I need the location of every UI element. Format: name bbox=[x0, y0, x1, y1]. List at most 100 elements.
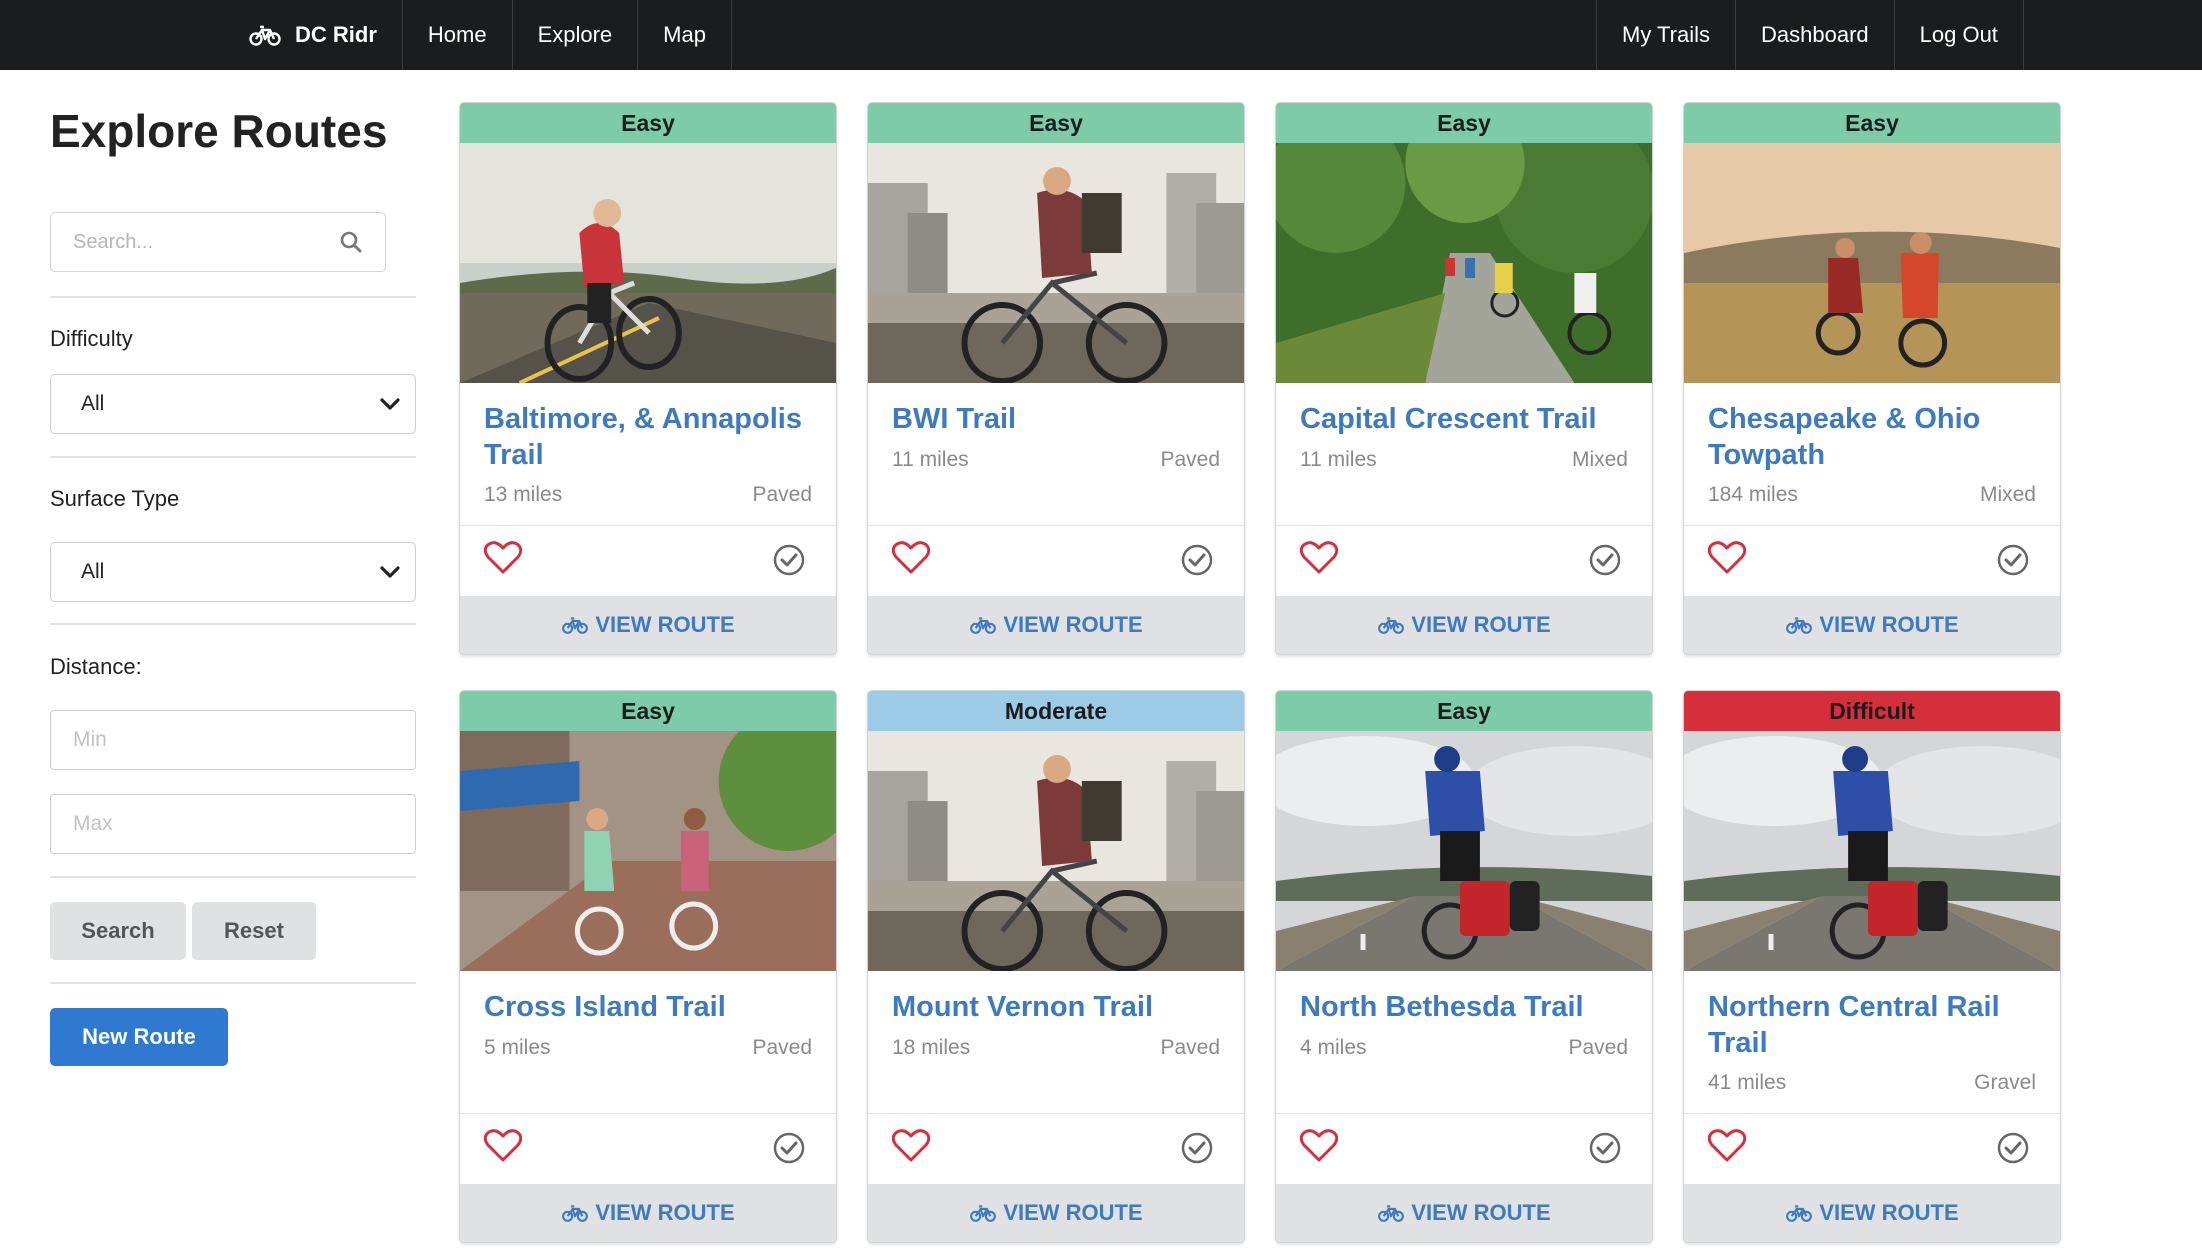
bicycle-icon bbox=[1377, 616, 1405, 634]
route-card: Easy BWI Trail 11 miles Paved VIEW ROUTE bbox=[867, 102, 1245, 655]
heart-icon[interactable] bbox=[1299, 541, 1339, 575]
view-route-button[interactable]: VIEW ROUTE bbox=[1684, 1184, 2060, 1242]
bicycle-icon bbox=[969, 1204, 997, 1222]
route-image[interactable] bbox=[460, 143, 836, 383]
route-photo bbox=[1684, 143, 2060, 383]
nav-explore[interactable]: Explore bbox=[513, 0, 639, 70]
route-name-link[interactable]: BWI Trail bbox=[892, 401, 1222, 437]
check-circle-icon[interactable] bbox=[1180, 1131, 1214, 1165]
route-photo bbox=[460, 731, 836, 971]
check-circle-icon[interactable] bbox=[1996, 543, 2030, 577]
check-circle-icon[interactable] bbox=[1588, 543, 1622, 577]
heart-icon[interactable] bbox=[483, 1129, 523, 1163]
route-name-link[interactable]: Northern Central Rail Trail bbox=[1708, 989, 2038, 1061]
max-distance-field[interactable] bbox=[50, 794, 416, 854]
bicycle-icon bbox=[1785, 616, 1813, 634]
heart-icon[interactable] bbox=[483, 541, 523, 575]
divider bbox=[50, 456, 416, 458]
nav-map[interactable]: Map bbox=[638, 0, 732, 70]
distance-label: Distance: bbox=[50, 654, 142, 679]
route-card: Easy Chesapeake & Ohio Towpath 184 miles… bbox=[1683, 102, 2061, 655]
route-photo bbox=[1276, 143, 1652, 383]
bicycle-icon bbox=[561, 616, 589, 634]
route-image[interactable] bbox=[1684, 731, 2060, 971]
nav-log-out[interactable]: Log Out bbox=[1893, 0, 2024, 70]
route-image[interactable] bbox=[868, 143, 1244, 383]
route-name-link[interactable]: Baltimore, & Annapolis Trail bbox=[484, 401, 814, 473]
chevron-down-icon bbox=[380, 398, 400, 410]
route-card: Easy Capital Crescent Trail 11 miles Mix… bbox=[1275, 102, 1653, 655]
route-card: Difficult Northern Central Rail Trail 41… bbox=[1683, 690, 2061, 1243]
search-icon[interactable] bbox=[339, 230, 363, 254]
nav-right: My Trails Dashboard Log Out bbox=[1596, 0, 2024, 70]
route-name-link[interactable]: Capital Crescent Trail bbox=[1300, 401, 1630, 437]
divider bbox=[1684, 525, 2060, 526]
route-surface: Gravel bbox=[1974, 1071, 2036, 1094]
route-image[interactable] bbox=[460, 731, 836, 971]
route-name-link[interactable]: Mount Vernon Trail bbox=[892, 989, 1222, 1025]
route-surface: Paved bbox=[1160, 1036, 1220, 1059]
route-image[interactable] bbox=[1276, 143, 1652, 383]
route-name-link[interactable]: Cross Island Trail bbox=[484, 989, 814, 1025]
check-circle-icon[interactable] bbox=[1588, 1131, 1622, 1165]
route-photo bbox=[868, 731, 1244, 971]
route-photo bbox=[460, 143, 836, 383]
route-image[interactable] bbox=[868, 731, 1244, 971]
min-distance-field[interactable] bbox=[50, 710, 416, 770]
check-circle-icon[interactable] bbox=[1996, 1131, 2030, 1165]
route-distance: 41 miles bbox=[1708, 1071, 1787, 1094]
view-route-button[interactable]: VIEW ROUTE bbox=[868, 1184, 1244, 1242]
brand-link[interactable]: DC Ridr bbox=[235, 0, 403, 70]
view-route-label: VIEW ROUTE bbox=[595, 1200, 735, 1225]
brand-name: DC Ridr bbox=[295, 22, 377, 47]
search-box[interactable] bbox=[50, 212, 386, 272]
nav-my-trails[interactable]: My Trails bbox=[1596, 0, 1735, 70]
heart-icon[interactable] bbox=[1299, 1129, 1339, 1163]
route-surface: Paved bbox=[1568, 1036, 1628, 1059]
route-photo bbox=[1684, 731, 2060, 971]
route-card: Moderate Mount Vernon Trail 18 miles Pav… bbox=[867, 690, 1245, 1243]
bicycle-icon bbox=[969, 616, 997, 634]
heart-icon[interactable] bbox=[1707, 541, 1747, 575]
reset-button[interactable]: Reset bbox=[192, 902, 316, 960]
view-route-button[interactable]: VIEW ROUTE bbox=[1684, 596, 2060, 654]
divider bbox=[1276, 525, 1652, 526]
new-route-button[interactable]: New Route bbox=[50, 1008, 228, 1066]
view-route-label: VIEW ROUTE bbox=[1819, 612, 1959, 637]
check-circle-icon[interactable] bbox=[772, 543, 806, 577]
bicycle-icon bbox=[249, 25, 281, 46]
heart-icon[interactable] bbox=[891, 541, 931, 575]
route-surface: Paved bbox=[1160, 448, 1220, 471]
view-route-button[interactable]: VIEW ROUTE bbox=[1276, 596, 1652, 654]
route-name-link[interactable]: Chesapeake & Ohio Towpath bbox=[1708, 401, 2038, 473]
route-name-link[interactable]: North Bethesda Trail bbox=[1300, 989, 1630, 1025]
heart-icon[interactable] bbox=[891, 1129, 931, 1163]
nav-dashboard[interactable]: Dashboard bbox=[1735, 0, 1894, 70]
route-image[interactable] bbox=[1684, 143, 2060, 383]
view-route-label: VIEW ROUTE bbox=[1411, 612, 1551, 637]
max-distance-input[interactable] bbox=[73, 812, 393, 836]
route-distance: 13 miles bbox=[484, 483, 563, 506]
difficulty-select[interactable]: All bbox=[50, 374, 416, 434]
route-card: Easy Cross Island Trail 5 miles Paved VI… bbox=[459, 690, 837, 1243]
search-button[interactable]: Search bbox=[50, 902, 186, 960]
view-route-button[interactable]: VIEW ROUTE bbox=[868, 596, 1244, 654]
route-image[interactable] bbox=[1276, 731, 1652, 971]
view-route-button[interactable]: VIEW ROUTE bbox=[460, 1184, 836, 1242]
nav-home[interactable]: Home bbox=[403, 0, 513, 70]
nav-left: DC Ridr Home Explore Map bbox=[235, 0, 732, 70]
search-input[interactable] bbox=[73, 230, 339, 254]
divider bbox=[460, 1113, 836, 1114]
surface-type-select[interactable]: All bbox=[50, 542, 416, 602]
heart-icon[interactable] bbox=[1707, 1129, 1747, 1163]
route-surface: Mixed bbox=[1979, 483, 2036, 506]
check-circle-icon[interactable] bbox=[1180, 543, 1214, 577]
divider bbox=[50, 982, 416, 984]
check-circle-icon[interactable] bbox=[772, 1131, 806, 1165]
divider bbox=[1276, 1113, 1652, 1114]
view-route-button[interactable]: VIEW ROUTE bbox=[1276, 1184, 1652, 1242]
view-route-label: VIEW ROUTE bbox=[1411, 1200, 1551, 1225]
bicycle-icon bbox=[561, 1204, 589, 1222]
min-distance-input[interactable] bbox=[73, 728, 393, 752]
view-route-button[interactable]: VIEW ROUTE bbox=[460, 596, 836, 654]
